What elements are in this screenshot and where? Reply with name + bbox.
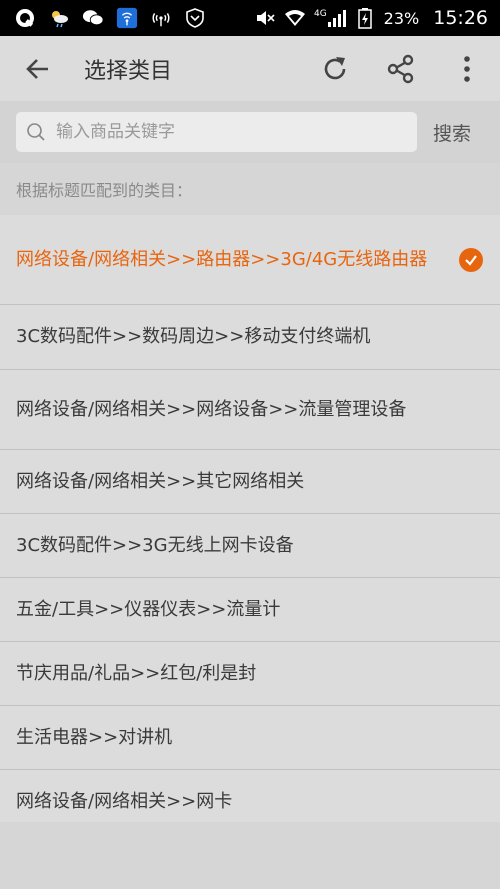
category-label: 生活电器>>对讲机 [16, 726, 173, 748]
wifi-icon [284, 7, 306, 29]
refresh-button[interactable] [302, 36, 368, 101]
wechat-icon [82, 7, 104, 29]
battery-icon [354, 7, 376, 29]
mute-icon [254, 7, 276, 29]
category-label: 网络设备/网络相关>>网络设备>>流量管理设备 [16, 398, 407, 420]
list-item[interactable]: 生活电器>>对讲机 [0, 706, 500, 770]
search-field[interactable] [16, 112, 417, 152]
check-circle-icon [459, 247, 483, 272]
search-button[interactable]: 搜索 [433, 119, 471, 146]
svg-text:4G: 4G [314, 9, 327, 19]
cellular-signal-icon: 4G [314, 7, 346, 29]
page-title: 选择类目 [84, 58, 173, 84]
list-item[interactable]: 网络设备/网络相关>>网络设备>>流量管理设备 [0, 370, 500, 450]
status-bar: 4G 23% 15:26 [0, 0, 500, 36]
category-label: 网络设备/网络相关>>路由器>>3G/4G无线路由器 [16, 248, 428, 270]
list-item[interactable]: 网络设备/网络相关>>其它网络相关 [0, 450, 500, 514]
more-options-button[interactable] [434, 36, 500, 101]
search-bar: 搜索 [0, 101, 500, 163]
arrow-back-icon [26, 58, 48, 79]
list-item[interactable]: 网络设备/网络相关>>路由器>>3G/4G无线路由器 [0, 215, 500, 305]
share-icon [387, 54, 414, 83]
empty-area [0, 822, 500, 889]
app-toolbar: 选择类目 [0, 36, 500, 101]
category-label: 节庆用品/礼品>>红包/利是封 [16, 662, 257, 684]
list-item[interactable]: 3C数码配件>>数码周边>>移动支付终端机 [0, 305, 500, 370]
q-app-icon [14, 7, 36, 29]
category-label: 网络设备/网络相关>>网卡 [16, 790, 233, 812]
list-item[interactable]: 节庆用品/礼品>>红包/利是封 [0, 642, 500, 706]
back-button[interactable] [8, 36, 68, 101]
shield-icon [184, 7, 206, 29]
refresh-icon [324, 56, 346, 79]
section-header: 根据标题匹配到的类目： [0, 163, 500, 215]
more-vert-icon [464, 55, 470, 82]
category-label: 网络设备/网络相关>>其它网络相关 [16, 470, 305, 492]
category-label: 3C数码配件>>3G无线上网卡设备 [16, 534, 294, 556]
search-input[interactable] [56, 122, 386, 142]
clock: 15:26 [433, 7, 488, 29]
battery-percent: 23% [383, 8, 420, 28]
list-item[interactable]: 3C数码配件>>3G无线上网卡设备 [0, 514, 500, 578]
search-icon [27, 123, 45, 141]
weather-icon [48, 7, 70, 29]
hotspot-signal-icon [150, 7, 172, 29]
category-label: 五金/工具>>仪器仪表>>流量计 [16, 598, 281, 620]
list-item[interactable]: 五金/工具>>仪器仪表>>流量计 [0, 578, 500, 642]
category-label: 3C数码配件>>数码周边>>移动支付终端机 [16, 326, 371, 347]
category-list: 网络设备/网络相关>>路由器>>3G/4G无线路由器 3C数码配件>>数码周边>… [0, 215, 500, 834]
share-button[interactable] [368, 36, 434, 101]
wifi-hotspot-icon [116, 7, 138, 29]
